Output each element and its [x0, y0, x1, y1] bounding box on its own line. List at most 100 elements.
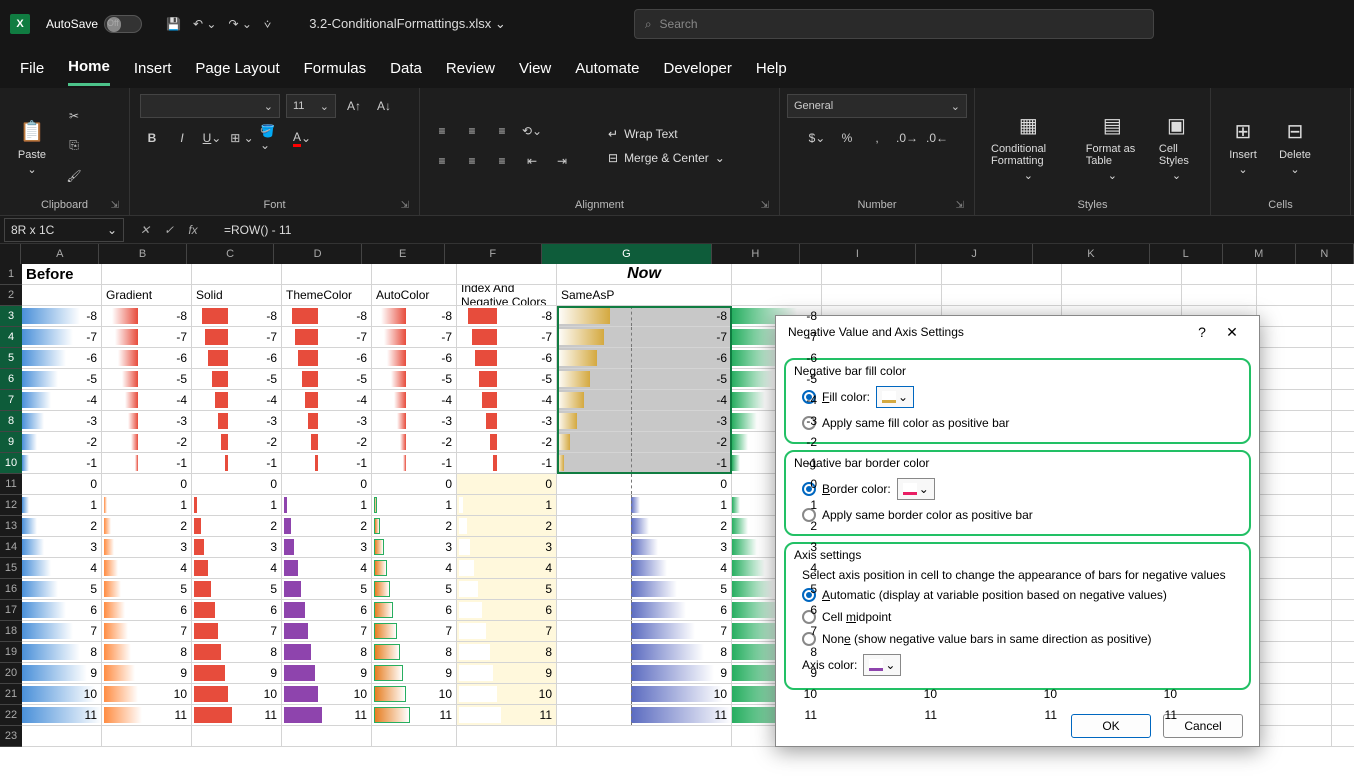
cell[interactable] — [192, 264, 282, 285]
borders-icon[interactable]: ⊞ ⌄ — [230, 126, 254, 150]
cell[interactable] — [1332, 726, 1354, 747]
cell[interactable] — [1332, 411, 1354, 432]
cell[interactable]: 0 — [22, 474, 102, 495]
row-header[interactable]: 15 — [0, 558, 22, 579]
cell[interactable]: 5 — [457, 579, 557, 600]
cell[interactable]: 10 — [22, 684, 102, 705]
ok-button[interactable]: OK — [1071, 714, 1151, 738]
tab-developer[interactable]: Developer — [663, 52, 731, 85]
cell[interactable]: 4 — [192, 558, 282, 579]
cell[interactable]: -4 — [22, 390, 102, 411]
cell[interactable]: 10 — [192, 684, 282, 705]
fill-color-dropdown[interactable]: ⌄ — [876, 386, 914, 408]
cell[interactable]: -8 — [372, 306, 457, 327]
cell[interactable]: 3 — [102, 537, 192, 558]
cell[interactable]: 11 — [372, 705, 457, 726]
tab-home[interactable]: Home — [68, 50, 110, 86]
cell[interactable]: -8 — [192, 306, 282, 327]
italic-icon[interactable]: I — [170, 126, 194, 150]
cell[interactable]: -1 — [282, 453, 372, 474]
enter-formula-icon[interactable]: ✓ — [158, 223, 180, 237]
column-header[interactable]: I — [800, 244, 917, 264]
cell[interactable]: 9 — [372, 663, 457, 684]
cell[interactable]: -8 — [282, 306, 372, 327]
align-center-icon[interactable]: ≡ — [460, 149, 484, 173]
cell[interactable] — [1182, 264, 1257, 285]
format-as-table-button[interactable]: ▤Format as Table ⌄ — [1080, 107, 1145, 184]
cell[interactable]: 5 — [102, 579, 192, 600]
cell[interactable] — [372, 264, 457, 285]
cell[interactable] — [1332, 453, 1354, 474]
cell[interactable] — [192, 726, 282, 747]
cell[interactable] — [372, 726, 457, 747]
cell[interactable]: 6 — [457, 600, 557, 621]
cell[interactable]: -7 — [102, 327, 192, 348]
align-top-icon[interactable]: ≡ — [430, 119, 454, 143]
row-header[interactable]: 20 — [0, 663, 22, 684]
cell[interactable] — [1257, 684, 1332, 705]
cell[interactable]: 1 — [557, 495, 732, 516]
font-color-icon[interactable]: A ⌄ — [290, 126, 314, 150]
cell[interactable]: -1 — [557, 453, 732, 474]
cell[interactable]: 7 — [457, 621, 557, 642]
cell[interactable]: 11 — [457, 705, 557, 726]
cell[interactable]: 10 — [557, 684, 732, 705]
number-format-dropdown[interactable]: General⌄ — [787, 94, 967, 118]
cell[interactable]: 0 — [457, 474, 557, 495]
redo-icon[interactable]: ↷ ⌄ — [228, 17, 251, 32]
cell[interactable] — [1257, 516, 1332, 537]
align-bottom-icon[interactable]: ≡ — [490, 119, 514, 143]
cell[interactable] — [942, 285, 1062, 306]
cell[interactable]: 2 — [282, 516, 372, 537]
row-header[interactable]: 18 — [0, 621, 22, 642]
cell[interactable]: 0 — [372, 474, 457, 495]
row-header[interactable]: 13 — [0, 516, 22, 537]
cell[interactable]: 9 — [102, 663, 192, 684]
cell[interactable] — [1257, 621, 1332, 642]
column-header[interactable]: B — [99, 244, 187, 264]
cell[interactable] — [822, 285, 942, 306]
cell[interactable] — [1332, 537, 1354, 558]
cell[interactable] — [457, 264, 557, 285]
cell[interactable]: -2 — [192, 432, 282, 453]
cell[interactable]: -3 — [282, 411, 372, 432]
cell[interactable] — [1257, 369, 1332, 390]
insert-button[interactable]: ⊞Insert ⌄ — [1221, 113, 1265, 178]
cell[interactable] — [732, 285, 822, 306]
cell[interactable]: 4 — [457, 558, 557, 579]
cell[interactable]: -2 — [102, 432, 192, 453]
cell[interactable]: -3 — [102, 411, 192, 432]
cell[interactable]: -1 — [22, 453, 102, 474]
cell[interactable]: -2 — [372, 432, 457, 453]
cell[interactable]: 0 — [557, 474, 732, 495]
cell[interactable] — [1332, 432, 1354, 453]
axis-color-dropdown[interactable]: ⌄ — [863, 654, 901, 676]
cell[interactable]: 4 — [282, 558, 372, 579]
cell[interactable]: 2 — [192, 516, 282, 537]
cell[interactable]: -3 — [457, 411, 557, 432]
cell[interactable]: 3 — [372, 537, 457, 558]
cell[interactable]: ThemeColor — [282, 285, 372, 306]
cell[interactable]: 5 — [22, 579, 102, 600]
cell[interactable]: -5 — [192, 369, 282, 390]
cell[interactable] — [1332, 600, 1354, 621]
cell[interactable]: 3 — [457, 537, 557, 558]
save-icon[interactable]: 💾 — [166, 17, 181, 32]
cell[interactable]: 11 — [22, 705, 102, 726]
cell[interactable]: 8 — [192, 642, 282, 663]
cell[interactable] — [1332, 705, 1354, 726]
cell[interactable] — [1257, 642, 1332, 663]
cell[interactable] — [1332, 390, 1354, 411]
cell[interactable]: 8 — [102, 642, 192, 663]
cell[interactable]: 6 — [372, 600, 457, 621]
cell[interactable]: -6 — [102, 348, 192, 369]
cell[interactable] — [1332, 642, 1354, 663]
cell[interactable]: 10 — [372, 684, 457, 705]
cell[interactable] — [1332, 621, 1354, 642]
tab-insert[interactable]: Insert — [134, 52, 172, 85]
column-header[interactable]: L — [1150, 244, 1223, 264]
cell[interactable]: -6 — [372, 348, 457, 369]
column-header[interactable]: E — [362, 244, 445, 264]
cell[interactable]: 4 — [22, 558, 102, 579]
cell[interactable]: 4 — [372, 558, 457, 579]
